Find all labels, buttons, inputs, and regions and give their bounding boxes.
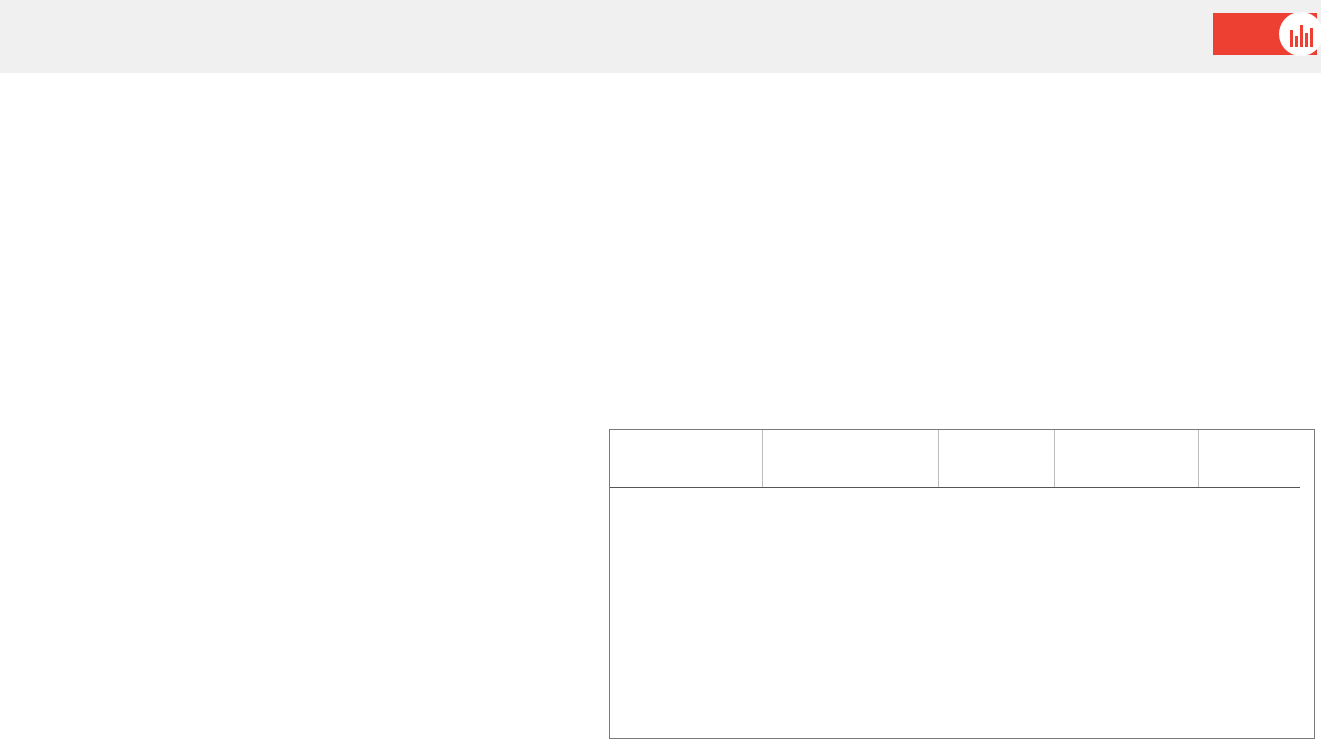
logo-chart-icon (1279, 12, 1321, 56)
column-header-sales-stage[interactable] (938, 430, 1055, 488)
column-header-sales-rep[interactable] (1054, 430, 1199, 488)
stratada-logo (1213, 12, 1321, 56)
column-header-probability[interactable] (1198, 430, 1300, 488)
column-header-opportunity[interactable] (610, 430, 763, 488)
table-header-row (610, 430, 1300, 488)
table (610, 430, 1300, 488)
chart-forecast-amount-by-sales-rep-and-stage[interactable] (0, 430, 600, 739)
chart-current-stage-of-sales[interactable] (0, 90, 400, 395)
dashboard-root (0, 0, 1321, 739)
chart-probability-by-opportunity[interactable] (940, 90, 1321, 395)
chart-opportunities-by-sales-rep[interactable] (410, 90, 940, 395)
column-header-customer-name[interactable] (762, 430, 939, 488)
page-header (0, 0, 1321, 73)
opportunity-details-table[interactable] (609, 429, 1315, 739)
